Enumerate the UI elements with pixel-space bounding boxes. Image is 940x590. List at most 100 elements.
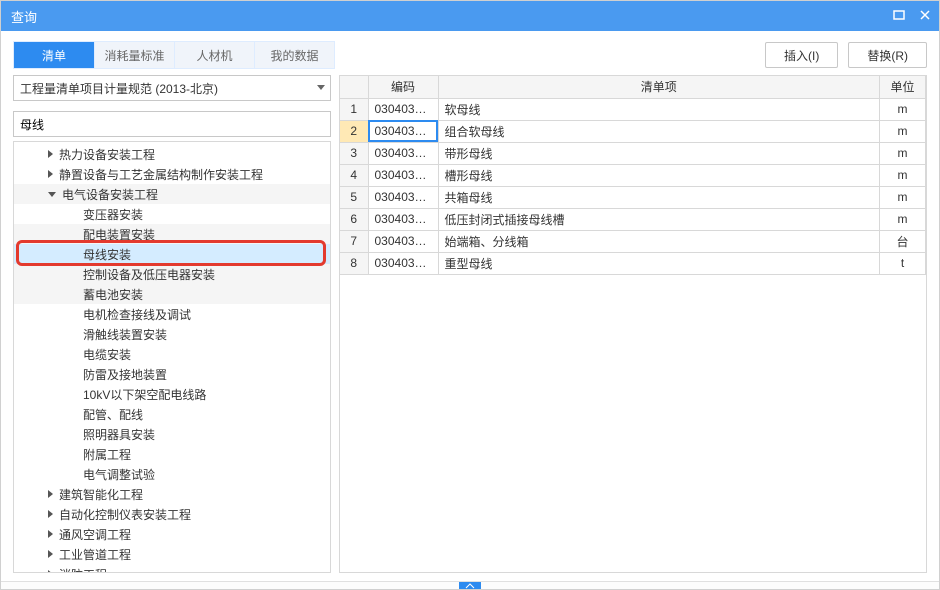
query-dialog: 查询 清单 消耗量标准 人材机 我的数据 插入(I) 替换(R) 工程量清单项目… (0, 0, 940, 590)
col-code[interactable]: 编码 (368, 76, 438, 98)
tree-item-label: 建筑智能化工程 (59, 486, 143, 503)
expander-closed-icon[interactable] (48, 570, 53, 573)
cell-code[interactable]: 030403… (368, 98, 438, 120)
cell-unit[interactable]: 台 (880, 230, 926, 252)
spec-select-value: 工程量清单项目计量规范 (2013-北京) (20, 80, 218, 97)
cell-code[interactable]: 030403… (368, 164, 438, 186)
tree-item[interactable]: 配管、配线 (14, 404, 330, 424)
cell-unit[interactable]: m (880, 142, 926, 164)
cell-unit[interactable]: m (880, 186, 926, 208)
titlebar: 查询 (1, 1, 939, 31)
chevron-down-icon (317, 85, 325, 90)
cell-desc[interactable]: 重型母线 (438, 252, 880, 274)
cell-unit[interactable]: m (880, 164, 926, 186)
window-title: 查询 (11, 7, 37, 26)
tree-item-label: 静置设备与工艺金属结构制作安装工程 (59, 166, 263, 183)
spec-select[interactable]: 工程量清单项目计量规范 (2013-北京) (13, 75, 331, 101)
chevron-up-icon[interactable] (459, 582, 481, 589)
cell-desc[interactable]: 低压封闭式插接母线槽 (438, 208, 880, 230)
table-row[interactable]: 2030403…组合软母线m (340, 120, 926, 142)
maximize-icon[interactable] (893, 9, 905, 24)
expander-closed-icon[interactable] (48, 170, 53, 178)
cell-code[interactable]: 030403… (368, 252, 438, 274)
tree-item-label: 自动化控制仪表安装工程 (59, 506, 191, 523)
tree-item[interactable]: 10kV以下架空配电线路 (14, 384, 330, 404)
tree-item[interactable]: 变压器安装 (14, 204, 330, 224)
search-input[interactable] (13, 111, 331, 137)
expander-closed-icon[interactable] (48, 550, 53, 558)
cell-unit[interactable]: m (880, 98, 926, 120)
tree-item[interactable]: 照明器具安装 (14, 424, 330, 444)
cell-desc[interactable]: 槽形母线 (438, 164, 880, 186)
cell-code[interactable]: 030403… (368, 230, 438, 252)
tree-item-label: 配电装置安装 (83, 226, 155, 243)
tree-item[interactable]: 附属工程 (14, 444, 330, 464)
tree-item[interactable]: 电缆安装 (14, 344, 330, 364)
expander-closed-icon[interactable] (48, 150, 53, 158)
tree-item[interactable]: 热力设备安装工程 (14, 144, 330, 164)
tree-item[interactable]: 滑触线装置安装 (14, 324, 330, 344)
tree-item[interactable]: 防雷及接地装置 (14, 364, 330, 384)
insert-button[interactable]: 插入(I) (765, 42, 838, 68)
cell-code[interactable]: 030403… (368, 120, 438, 142)
col-unit[interactable]: 单位 (880, 76, 926, 98)
cell-desc[interactable]: 组合软母线 (438, 120, 880, 142)
cell-desc[interactable]: 始端箱、分线箱 (438, 230, 880, 252)
table-row[interactable]: 3030403…带形母线m (340, 142, 926, 164)
tab-bar: 清单 消耗量标准 人材机 我的数据 (13, 41, 335, 69)
tree-item[interactable]: 静置设备与工艺金属结构制作安装工程 (14, 164, 330, 184)
table-row[interactable]: 4030403…槽形母线m (340, 164, 926, 186)
tab-rencaiji[interactable]: 人材机 (174, 42, 254, 68)
tree-item[interactable]: 自动化控制仪表安装工程 (14, 504, 330, 524)
cell-desc[interactable]: 带形母线 (438, 142, 880, 164)
table-row[interactable]: 8030403…重型母线t (340, 252, 926, 274)
tree-item-label: 热力设备安装工程 (59, 146, 155, 163)
close-icon[interactable] (919, 9, 931, 24)
tree-item[interactable]: 工业管道工程 (14, 544, 330, 564)
cell-number: 6 (340, 208, 368, 230)
tree-item[interactable]: 电气设备安装工程 (14, 184, 330, 204)
cell-unit[interactable]: t (880, 252, 926, 274)
tree-item[interactable]: 通风空调工程 (14, 524, 330, 544)
cell-number: 8 (340, 252, 368, 274)
replace-button[interactable]: 替换(R) (848, 42, 927, 68)
tree-item[interactable]: 控制设备及低压电器安装 (14, 264, 330, 284)
tree-item[interactable]: 配电装置安装 (14, 224, 330, 244)
tab-mydata[interactable]: 我的数据 (254, 42, 334, 68)
tree-item-label: 母线安装 (83, 246, 131, 263)
table-row[interactable]: 6030403…低压封闭式插接母线槽m (340, 208, 926, 230)
table-row[interactable]: 7030403…始端箱、分线箱台 (340, 230, 926, 252)
tree-item[interactable]: 建筑智能化工程 (14, 484, 330, 504)
tab-xiaohao[interactable]: 消耗量标准 (94, 42, 174, 68)
table-row[interactable]: 5030403…共箱母线m (340, 186, 926, 208)
tree-item[interactable]: 电机检查接线及调试 (14, 304, 330, 324)
cell-code[interactable]: 030403… (368, 186, 438, 208)
tab-qingdan[interactable]: 清单 (14, 42, 94, 68)
tree[interactable]: 热力设备安装工程静置设备与工艺金属结构制作安装工程电气设备安装工程变压器安装配电… (13, 141, 331, 573)
expander-open-icon[interactable] (48, 192, 56, 197)
splitter[interactable] (331, 75, 339, 573)
cell-unit[interactable]: m (880, 208, 926, 230)
expander-closed-icon[interactable] (48, 530, 53, 538)
cell-unit[interactable]: m (880, 120, 926, 142)
tree-item[interactable]: 蓄电池安装 (14, 284, 330, 304)
bottom-bar (1, 581, 939, 589)
cell-code[interactable]: 030403… (368, 208, 438, 230)
cell-code[interactable]: 030403… (368, 142, 438, 164)
cell-desc[interactable]: 软母线 (438, 98, 880, 120)
tree-item[interactable]: 母线安装 (14, 244, 330, 264)
tree-item[interactable]: 电气调整试验 (14, 464, 330, 484)
cell-number: 1 (340, 98, 368, 120)
grid[interactable]: 编码 清单项 单位 1030403…软母线m2030403…组合软母线m3030… (339, 75, 927, 573)
expander-closed-icon[interactable] (48, 490, 53, 498)
col-item[interactable]: 清单项 (438, 76, 880, 98)
tree-item-label: 配管、配线 (83, 406, 143, 423)
expander-closed-icon[interactable] (48, 510, 53, 518)
tree-item[interactable]: 消防工程 (14, 564, 330, 573)
table-row[interactable]: 1030403…软母线m (340, 98, 926, 120)
tree-item-label: 附属工程 (83, 446, 131, 463)
cell-number: 2 (340, 120, 368, 142)
cell-desc[interactable]: 共箱母线 (438, 186, 880, 208)
toolbar: 清单 消耗量标准 人材机 我的数据 插入(I) 替换(R) (1, 31, 939, 75)
cell-number: 3 (340, 142, 368, 164)
